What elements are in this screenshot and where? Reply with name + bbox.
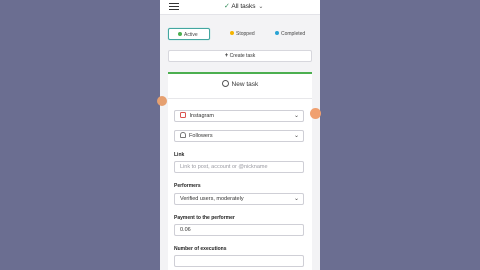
performers-select[interactable]: Verified users, moderately ⌄ [174, 193, 304, 205]
new-task-title: New task [168, 80, 312, 89]
platform-select[interactable]: Instagram ⌄ [174, 110, 304, 122]
stopped-status-icon [230, 31, 234, 36]
divider [168, 98, 312, 99]
new-task-card: New task Instagram ⌄ Followers ⌄ Link Li… [168, 72, 312, 270]
status-filters: Active Stopped Completed [168, 28, 312, 41]
plus-icon: + [224, 53, 229, 59]
link-label: Link [174, 152, 185, 158]
service-value: Followers [189, 133, 213, 139]
user-icon [180, 132, 186, 139]
check-icon: ✓ [224, 3, 230, 10]
chevron-down-icon: ⌄ [293, 133, 299, 139]
create-task-button[interactable]: + Create task [168, 50, 312, 62]
tasks-filter-dropdown[interactable]: ✓ All tasks ⌄ [224, 2, 263, 10]
create-task-label: Create task [229, 53, 256, 59]
chevron-down-icon: ⌄ [293, 196, 299, 202]
instagram-icon [180, 112, 186, 119]
app-screen: ✓ All tasks ⌄ Active Stopped Completed +… [160, 0, 320, 270]
filter-completed-label: Completed [281, 31, 306, 37]
link-input[interactable]: Link to post, account or @nickname [174, 161, 304, 173]
executions-label: Number of executions [174, 246, 227, 252]
filter-completed-button[interactable]: Completed [268, 28, 312, 40]
platform-value: Instagram [189, 113, 214, 119]
filter-stopped-button[interactable]: Stopped [220, 28, 260, 40]
top-bar: ✓ All tasks ⌄ [160, 0, 320, 15]
filter-active-button[interactable]: Active [168, 28, 210, 40]
service-select[interactable]: Followers ⌄ [174, 130, 304, 142]
clock-icon [221, 80, 229, 87]
chevron-down-icon: ⌄ [293, 113, 299, 119]
performers-value: Verified users, moderately [180, 196, 244, 202]
executions-input[interactable] [174, 255, 304, 267]
new-task-title-text: New task [231, 81, 259, 89]
tasks-filter-label: All tasks [231, 3, 256, 10]
chevron-down-icon: ⌄ [258, 4, 264, 10]
payment-input[interactable]: 0.06 [174, 224, 304, 236]
active-status-icon [178, 32, 182, 37]
payment-label: Payment to the performer [174, 215, 235, 221]
filter-active-label: Active [184, 32, 198, 38]
completed-status-icon [275, 31, 279, 36]
performers-label: Performers [174, 183, 201, 189]
right-scroll-handle[interactable] [310, 108, 321, 119]
hamburger-menu-icon[interactable] [169, 2, 179, 11]
left-scroll-handle[interactable] [157, 96, 167, 106]
filter-stopped-label: Stopped [236, 31, 255, 37]
